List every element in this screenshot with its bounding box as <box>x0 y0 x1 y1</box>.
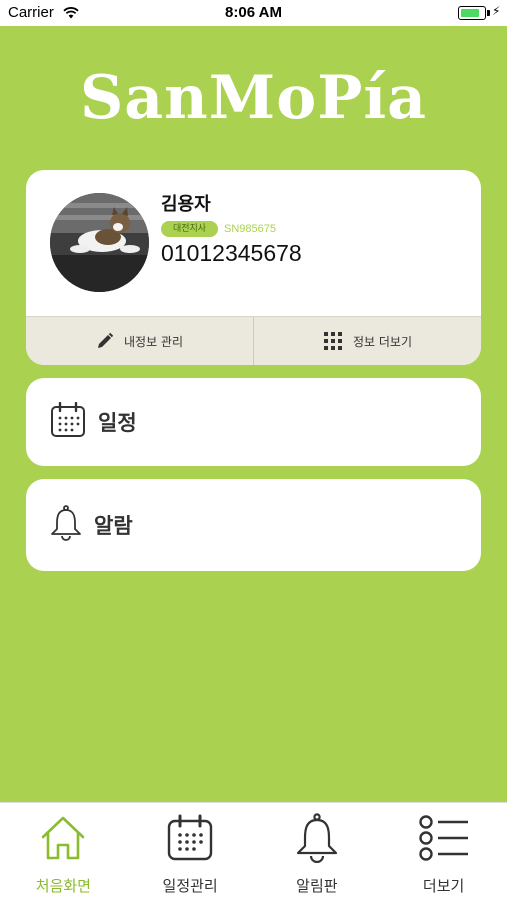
tab-schedule-label: 일정관리 <box>162 877 218 895</box>
more-info-button[interactable]: 정보 더보기 <box>253 317 481 365</box>
schedule-label: 일정 <box>98 411 137 435</box>
avatar[interactable] <box>50 193 149 292</box>
bell-icon <box>295 811 339 865</box>
edit-profile-label: 내정보 관리 <box>123 334 183 349</box>
tab-home[interactable]: 처음화면 <box>0 803 127 900</box>
battery-tip <box>487 10 490 16</box>
tab-schedule[interactable]: 일정관리 <box>127 803 254 900</box>
clock: 8:06 AM <box>225 4 282 21</box>
calendar-icon <box>166 811 214 865</box>
edit-profile-button[interactable]: 내정보 관리 <box>26 317 253 365</box>
tab-more-label: 더보기 <box>422 877 465 895</box>
tab-bar: 처음화면 일정관리 알림판 더보기 <box>0 802 507 900</box>
grid-icon <box>323 331 343 351</box>
tab-notice[interactable]: 알림판 <box>254 803 381 900</box>
list-icon <box>418 811 470 865</box>
alarm-card[interactable]: 알람 <box>26 479 481 571</box>
phone-number: 01012345678 <box>161 240 302 266</box>
tab-more[interactable]: 더보기 <box>380 803 507 900</box>
app-logo: SanMoPía <box>79 63 428 133</box>
schedule-card[interactable]: 일정 <box>26 378 481 466</box>
charging-icon: ⚡ <box>492 4 501 18</box>
pencil-icon <box>96 332 114 350</box>
calendar-icon <box>50 401 86 442</box>
branch-badge: 대전지사 <box>161 221 218 237</box>
profile-card: 김용자 대전지사 SN985675 01012345678 내정보 관리 정보 … <box>26 170 481 365</box>
home-icon <box>39 811 87 865</box>
status-bar: Carrier 8:06 AM ⚡ <box>0 0 507 26</box>
profile-actions: 내정보 관리 정보 더보기 <box>26 316 481 365</box>
battery-icon <box>458 6 486 20</box>
serial-number: SN985675 <box>224 223 276 235</box>
bell-icon <box>50 505 82 545</box>
tab-notice-label: 알림판 <box>296 877 338 895</box>
battery-level <box>461 9 479 17</box>
more-info-label: 정보 더보기 <box>352 334 412 349</box>
alarm-label: 알람 <box>94 514 133 538</box>
tab-home-label: 처음화면 <box>35 877 91 895</box>
user-name: 김용자 <box>161 194 211 215</box>
